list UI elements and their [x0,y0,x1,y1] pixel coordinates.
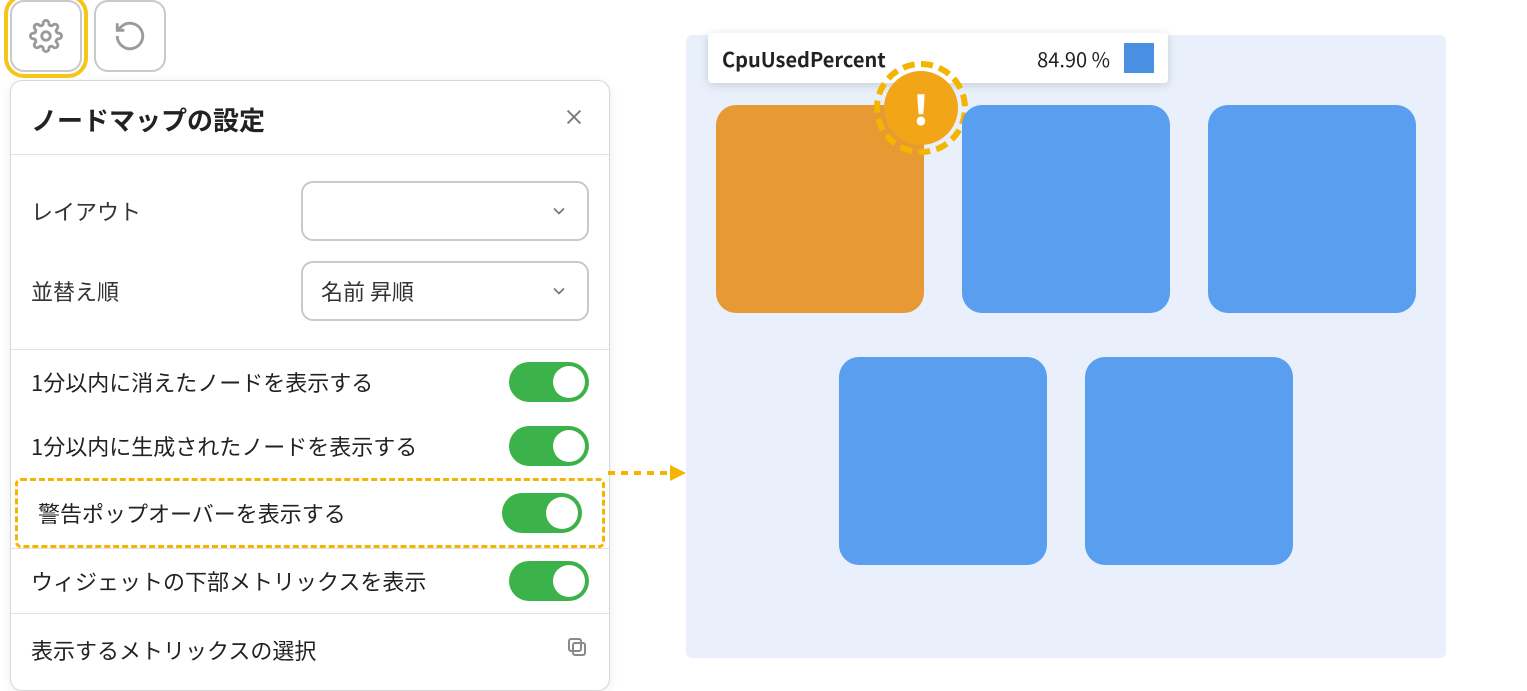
toolbar [10,0,610,80]
toggle-label: 1分以内に消えたノードを表示する [31,366,373,398]
node[interactable] [962,105,1170,313]
metric-select-icon[interactable] [565,634,589,666]
node-row [839,357,1293,565]
node-grid: ! [714,35,1418,565]
panel-title: ノードマップの設定 [31,101,265,138]
toggle-label: 警告ポップオーバーを表示する [38,497,346,529]
toggle-warning-popover[interactable] [502,493,582,533]
copy-icon [565,635,589,659]
alert-badge[interactable]: ! [884,71,958,145]
node-warn[interactable]: ! [716,105,924,313]
toggle-disappeared[interactable] [509,362,589,402]
node-map: CpuUsedPercent 84.90 % ! [686,35,1446,658]
toggle-list: 1分以内に消えたノードを表示する 1分以内に生成されたノードを表示する 警告ポッ… [11,350,609,613]
toggle-row-disappeared: 1分以内に消えたノードを表示する [11,350,609,414]
close-icon [563,106,585,128]
layout-row: レイアウト [31,171,589,251]
sort-label: 並替え順 [31,275,281,307]
metric-select-label: 表示するメトリックスの選択 [31,634,316,666]
pointer-arrow [608,463,686,483]
node[interactable] [1208,105,1416,313]
toggle-row-created: 1分以内に生成されたノードを表示する [11,414,609,478]
gear-icon [29,19,63,53]
node-row: ! [716,105,1416,313]
alert-icon: ! [913,79,929,137]
sort-row: 並替え順 名前 昇順 [31,251,589,331]
settings-button[interactable] [10,0,82,72]
layout-select[interactable] [301,181,589,241]
toggle-label: ウィジェットの下部メトリックスを表示 [31,565,426,597]
toggle-row-bottom-metrics: ウィジェットの下部メトリックスを表示 [11,549,609,613]
node[interactable] [1085,357,1293,565]
settings-panel: ノードマップの設定 レイアウト 並替え順 名前 昇順 [10,80,610,691]
sort-select[interactable]: 名前 昇順 [301,261,589,321]
refresh-button[interactable] [94,0,166,72]
metric-select-row[interactable]: 表示するメトリックスの選択 [11,613,609,690]
toggle-created[interactable] [509,426,589,466]
toggle-row-warning-popover: 警告ポップオーバーを表示する [15,478,605,548]
chevron-down-icon [549,281,569,301]
form-section: レイアウト 並替え順 名前 昇順 [11,155,609,350]
layout-label: レイアウト [31,195,281,227]
close-button[interactable] [563,106,585,133]
toggle-label: 1分以内に生成されたノードを表示する [31,430,417,462]
node[interactable] [839,357,1047,565]
sort-select-value: 名前 昇順 [321,275,414,307]
chevron-down-icon [549,201,569,221]
refresh-icon [113,19,147,53]
toggle-bottom-metrics[interactable] [509,561,589,601]
panel-header: ノードマップの設定 [11,81,609,155]
